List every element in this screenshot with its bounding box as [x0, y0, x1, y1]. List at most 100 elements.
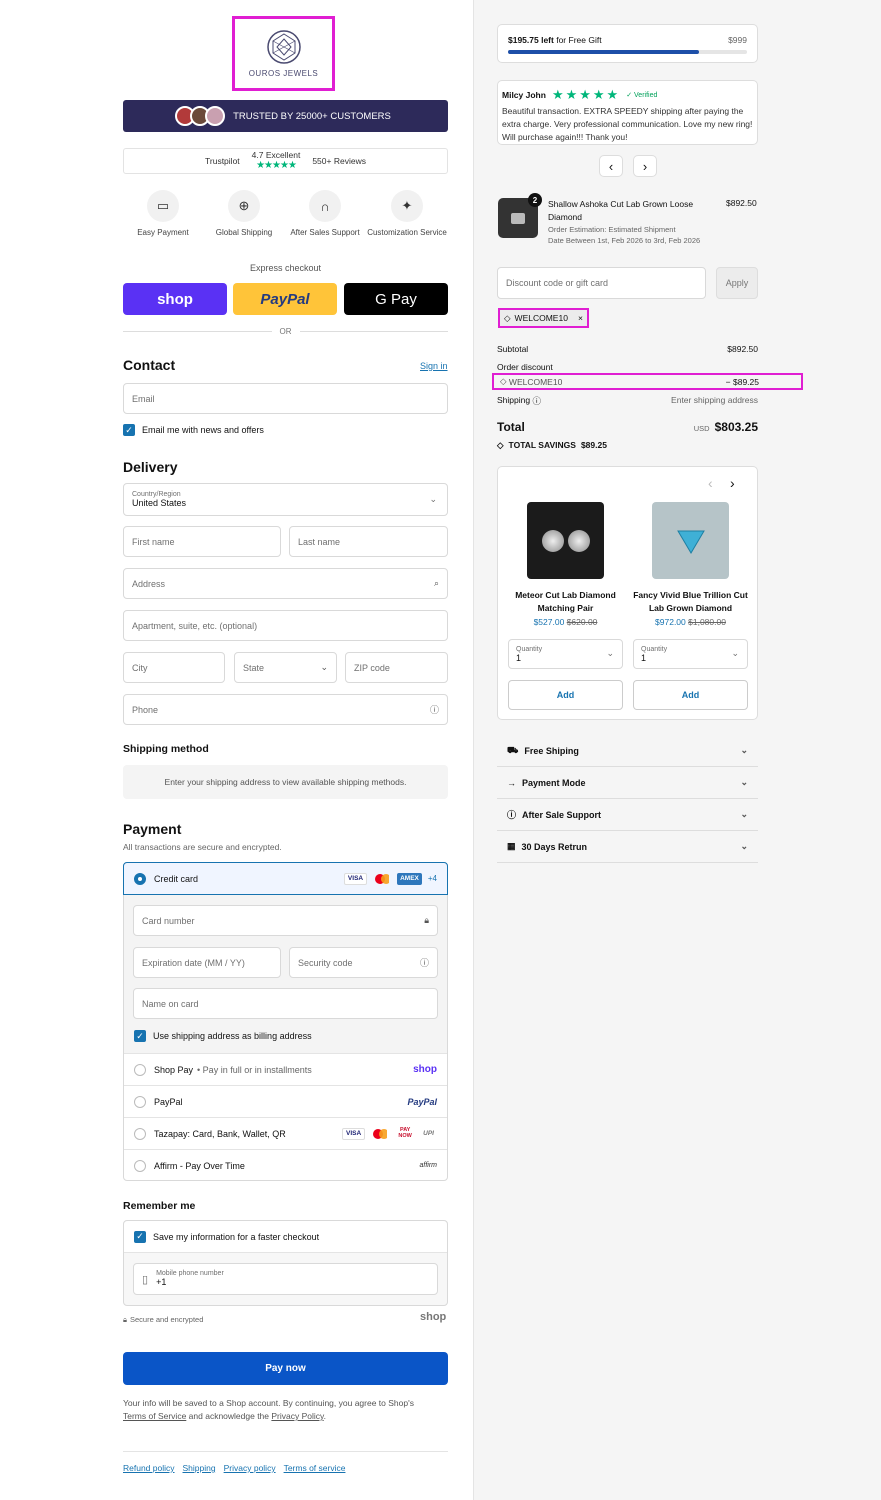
email-field[interactable]: Email: [123, 383, 448, 414]
privacy-link[interactable]: Privacy Policy: [271, 1411, 323, 1421]
card-icon: ▭: [147, 190, 179, 222]
calendar-icon: ▦: [507, 841, 516, 851]
radio-unselected[interactable]: [134, 1063, 146, 1076]
radio-unselected[interactable]: [134, 1127, 146, 1140]
city-field[interactable]: City: [123, 652, 225, 683]
product-name: Fancy Vivid Blue Trillion Cut Lab Grown …: [633, 590, 748, 613]
sign-in-link[interactable]: Sign in: [420, 361, 448, 371]
product-price-row: $527.00 $620.00: [508, 617, 623, 627]
radio-selected[interactable]: [134, 872, 146, 885]
carousel-next-icon[interactable]: ›: [730, 475, 735, 491]
legal-text-part: and acknowledge the: [188, 1411, 270, 1422]
apartment-placeholder: Apartment, suite, etc. (optional): [132, 620, 258, 631]
feature-after-sales: ∩ After Sales Support: [285, 190, 365, 237]
last-name-placeholder: Last name: [298, 536, 341, 547]
expiration-field[interactable]: Expiration date (MM / YY): [133, 947, 281, 978]
last-name-field[interactable]: Last name: [289, 526, 448, 557]
pay-now-button[interactable]: Pay now: [123, 1352, 448, 1385]
affirm-logo-icon: affirm: [419, 1162, 438, 1169]
country-select[interactable]: Country/Region United States ⌄: [123, 483, 448, 516]
or-divider: OR: [123, 327, 448, 336]
remember-box: ✓ Save my information for a faster checko…: [123, 1220, 448, 1306]
paypal-button[interactable]: PayPal: [233, 283, 337, 315]
name-on-card-field[interactable]: Name on card: [133, 988, 438, 1019]
mobile-phone-field[interactable]: ▯ Mobile phone number +1: [133, 1263, 438, 1295]
chevron-down-icon: ⌄: [606, 648, 614, 658]
product-image-meteor[interactable]: [527, 502, 604, 579]
more-cards-label: +4: [427, 874, 437, 883]
discount-placeholder: Discount code or gift card: [506, 278, 609, 288]
radio-unselected[interactable]: [134, 1159, 146, 1172]
item-name: Shallow Ashoka Cut Lab Grown Loose Diamo…: [548, 199, 694, 222]
accordion-label: Payment Mode: [522, 777, 586, 788]
refund-policy-link[interactable]: Refund policy: [123, 1463, 175, 1473]
privacy-policy-link[interactable]: Privacy policy: [224, 1463, 276, 1473]
review-next-button[interactable]: ›: [633, 155, 657, 177]
phone-icon: ▯: [142, 1273, 149, 1286]
shop-pay-button[interactable]: shop: [123, 283, 227, 315]
mobile-phone-label: Mobile phone number: [156, 1270, 224, 1278]
quantity-select[interactable]: Quantity 1 ⌄: [633, 639, 748, 669]
checkbox-checked[interactable]: ✓: [134, 1030, 146, 1042]
radio-unselected[interactable]: [134, 1095, 146, 1108]
state-select[interactable]: State ⌄: [234, 652, 337, 683]
apartment-field[interactable]: Apartment, suite, etc. (optional): [123, 610, 448, 641]
chevron-down-icon: ⌄: [320, 662, 328, 672]
diamond-logo-icon: [266, 30, 301, 64]
shop-pay-option[interactable]: Shop Pay • Pay in full or in installment…: [124, 1053, 447, 1085]
help-icon[interactable]: ⓘ: [532, 395, 541, 407]
verified-badge: ✓ Verified: [626, 92, 658, 99]
security-code-field[interactable]: Security code ⓘ: [289, 947, 438, 978]
globe-icon: ⊕: [228, 190, 260, 222]
credit-card-option[interactable]: Credit card VISA AMEX +4: [123, 862, 448, 895]
apply-button[interactable]: Apply: [716, 267, 758, 299]
address-field[interactable]: Address ⌕: [123, 568, 448, 599]
accordion-30-days-return[interactable]: ▦ 30 Days Retrun ⌄: [497, 831, 758, 863]
trustpilot-widget[interactable]: Trustpilot 4.7 Excellent ★★★★★ 550+ Revi…: [123, 148, 448, 174]
first-name-field[interactable]: First name: [123, 526, 281, 557]
terms-of-service-link[interactable]: Terms of service: [284, 1463, 346, 1473]
tag-icon: ◇: [500, 376, 507, 386]
phone-field[interactable]: Phone ⓘ: [123, 694, 448, 725]
footer-links: Refund policy Shipping Privacy policy Te…: [123, 1463, 345, 1473]
city-placeholder: City: [132, 662, 148, 673]
terms-link[interactable]: Terms of Service: [123, 1411, 186, 1421]
item-price: $892.50: [726, 198, 757, 208]
feature-label: Customization Service: [367, 228, 447, 237]
product-image-trillion[interactable]: [652, 502, 729, 579]
checkbox-checked[interactable]: ✓: [123, 424, 135, 436]
review-prev-button[interactable]: ‹: [599, 155, 623, 177]
billing-checkbox-row[interactable]: ✓ Use shipping address as billing address: [134, 1030, 312, 1042]
paypal-option[interactable]: PayPal PayPal: [124, 1085, 447, 1117]
remember-heading: Remember me: [123, 1200, 196, 1212]
add-upsell-button[interactable]: Add: [633, 680, 748, 710]
gift-left-text: for Free Gift: [556, 35, 602, 45]
news-checkbox-row[interactable]: ✓ Email me with news and offers: [123, 424, 264, 436]
google-pay-button[interactable]: G Pay: [344, 283, 448, 315]
paypal-logo-icon: PayPal: [407, 1096, 437, 1107]
truck-icon: ⛟: [507, 744, 519, 755]
feature-easy-payment: ▭ Easy Payment: [123, 190, 203, 237]
add-upsell-button[interactable]: Add: [508, 680, 623, 710]
quantity-label: Quantity: [516, 645, 543, 653]
accordion-free-shipping[interactable]: ⛟ Free Shiping ⌄: [497, 735, 758, 767]
brand-logo[interactable]: OUROS JEWELS: [232, 16, 335, 91]
carousel-prev-icon[interactable]: ‹: [708, 475, 713, 491]
checkbox-checked[interactable]: ✓: [134, 1230, 146, 1243]
payment-heading: Payment: [123, 821, 182, 837]
quantity-select[interactable]: Quantity 1 ⌄: [508, 639, 623, 669]
accordion-after-sale-support[interactable]: ⓘ After Sale Support ⌄: [497, 799, 758, 831]
state-placeholder: State: [243, 662, 265, 673]
help-icon[interactable]: ⓘ: [430, 703, 439, 716]
affirm-option[interactable]: Affirm - Pay Over Time affirm: [124, 1149, 447, 1181]
card-number-field[interactable]: Card number 🔒︎: [133, 905, 438, 936]
help-icon[interactable]: ⓘ: [420, 956, 429, 969]
zip-field[interactable]: ZIP code: [345, 652, 448, 683]
accordion-payment-mode[interactable]: → Payment Mode ⌄: [497, 767, 758, 799]
tazapay-option[interactable]: Tazapay: Card, Bank, Wallet, QR VISA PAY…: [124, 1117, 447, 1149]
discount-code-field[interactable]: Discount code or gift card: [497, 267, 706, 299]
shipping-link[interactable]: Shipping: [183, 1463, 216, 1473]
remove-code-icon[interactable]: ×: [578, 313, 583, 323]
gift-left-amount: $195.75 left: [508, 35, 554, 45]
save-info-row[interactable]: ✓ Save my information for a faster checko…: [124, 1221, 447, 1253]
